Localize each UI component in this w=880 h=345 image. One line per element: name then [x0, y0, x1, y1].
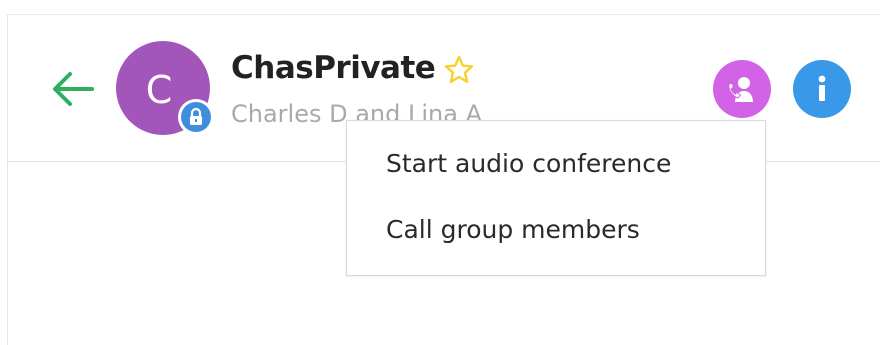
back-button[interactable]: [48, 66, 98, 112]
menu-item-label: Start audio conference: [386, 149, 672, 178]
panel-top-border: [7, 14, 880, 15]
menu-item-label: Call group members: [386, 215, 640, 244]
lock-icon: [190, 107, 202, 125]
favorite-button[interactable]: [443, 54, 475, 86]
menu-item-call-group-members[interactable]: Call group members: [347, 201, 765, 263]
panel-left-border: [7, 14, 8, 345]
call-options-menu: Start audio conference Call group member…: [346, 120, 766, 276]
avatar-initial: C: [145, 68, 173, 112]
star-outline-icon: [444, 55, 474, 83]
info-button[interactable]: [793, 60, 851, 118]
audio-call-button[interactable]: [713, 60, 771, 118]
phone-person-icon: [728, 77, 753, 102]
menu-item-start-audio-conference[interactable]: Start audio conference: [347, 135, 765, 197]
conversation-title: ChasPrivate: [231, 50, 436, 86]
conversation-window: C ChasPrivate Charles D and Lina A Start…: [0, 0, 880, 345]
private-badge: [178, 99, 214, 135]
info-icon: [818, 75, 826, 101]
arrow-left-icon: [53, 72, 94, 106]
